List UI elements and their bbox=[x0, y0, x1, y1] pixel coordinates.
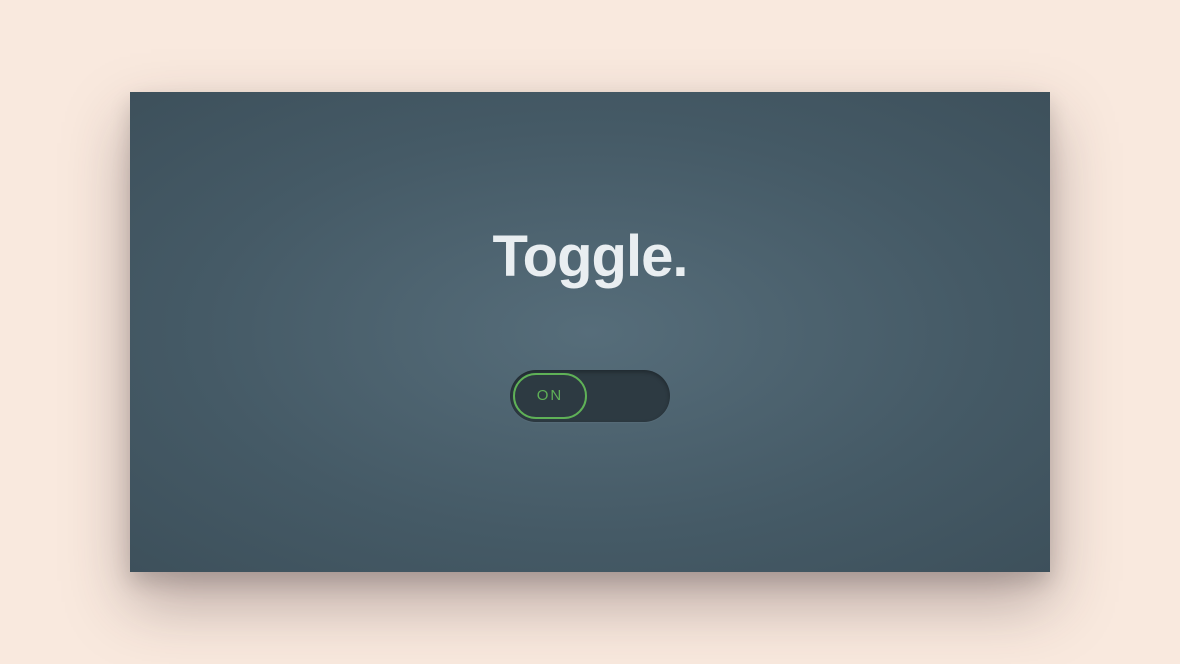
demo-panel: Toggle. ON bbox=[130, 92, 1050, 572]
page-title: Toggle. bbox=[493, 223, 688, 290]
toggle-switch[interactable]: ON bbox=[510, 370, 670, 422]
toggle-state-label: ON bbox=[537, 387, 564, 404]
toggle-knob: ON bbox=[513, 373, 587, 419]
